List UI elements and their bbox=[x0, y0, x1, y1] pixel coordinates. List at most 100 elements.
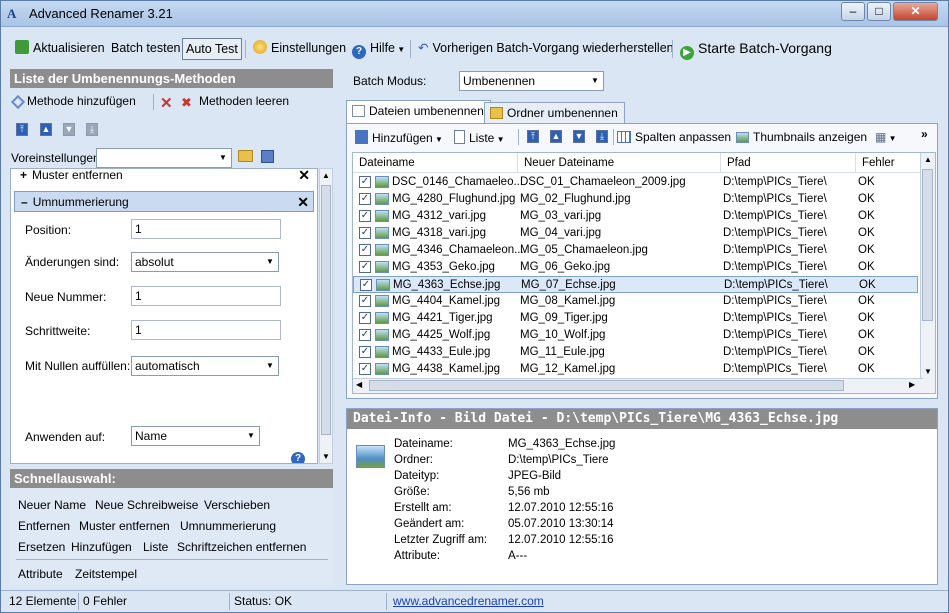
add-files-button[interactable]: Hinzufügen ▼ bbox=[355, 130, 443, 145]
table-row[interactable]: ✓ MG_4318_vari.jpg MG_04_vari.jpg D:\temp\P… bbox=[353, 225, 918, 242]
new-number-input[interactable]: 1 bbox=[131, 286, 281, 306]
zero-padding-dropdown[interactable]: automatisch ▼ bbox=[131, 356, 279, 376]
toolbar-overflow-icon[interactable]: » bbox=[921, 127, 928, 141]
quick-list[interactable]: Liste bbox=[143, 540, 168, 554]
row-checkbox[interactable]: ✓ bbox=[359, 176, 371, 188]
tab-rename-files[interactable]: Dateien umbenennen bbox=[346, 100, 491, 123]
step-input[interactable]: 1 bbox=[131, 320, 281, 340]
maximize-button[interactable]: □ bbox=[867, 2, 891, 21]
grid-horizontal-scrollbar[interactable]: ◀ ▶ bbox=[353, 378, 923, 393]
table-row[interactable]: ✓ DSC_0146_Chamaeleo... DSC_01_Chamaeleon_… bbox=[353, 174, 918, 191]
table-row[interactable]: ✓ MG_4421_Tiger.jpg MG_09_Tiger.jpg D:\temp… bbox=[353, 310, 918, 327]
close-button[interactable]: ✕ bbox=[893, 2, 938, 21]
row-checkbox[interactable]: ✓ bbox=[359, 227, 371, 239]
restore-batch-button[interactable]: ↶ Vorherigen Batch-Vorgang wiederherstell… bbox=[415, 38, 677, 60]
table-row[interactable]: ✓ MG_4312_vari.jpg MG_03_vari.jpg D:\temp\P… bbox=[353, 208, 918, 225]
table-row[interactable]: ✓ MG_4425_Wolf.jpg MG_10_Wolf.jpg D:\temp\P… bbox=[353, 327, 918, 344]
settings-button[interactable]: Einstellungen bbox=[250, 38, 349, 60]
auto-test-toggle[interactable]: Auto Test bbox=[182, 38, 242, 60]
method-item-pattern-remove[interactable]: + Muster entfernen ✕ bbox=[14, 169, 314, 186]
presets-dropdown[interactable]: ▼ bbox=[96, 148, 232, 168]
row-checkbox[interactable]: ✓ bbox=[360, 279, 372, 291]
row-checkbox[interactable]: ✓ bbox=[359, 329, 371, 341]
remove-method-button[interactable]: ✕ bbox=[160, 94, 173, 112]
remove-method-icon[interactable]: ✕ bbox=[298, 169, 310, 185]
quick-move[interactable]: Verschieben bbox=[204, 498, 270, 512]
file-move-down-button[interactable]: ▼ bbox=[573, 130, 585, 143]
help-menu-button[interactable]: ? Hilfe ▼ bbox=[349, 38, 408, 60]
scrollbar-thumb[interactable] bbox=[369, 380, 844, 391]
quick-replace[interactable]: Ersetzen bbox=[18, 540, 65, 554]
quick-renumber[interactable]: Umnummerierung bbox=[180, 519, 276, 533]
table-row[interactable]: ✓ MG_4363_Echse.jpg MG_07_Echse.jpg D:\temp… bbox=[353, 276, 918, 293]
row-checkbox[interactable]: ✓ bbox=[359, 346, 371, 358]
grid-vertical-scrollbar[interactable]: ▲ ▼ bbox=[920, 153, 935, 393]
move-down-button[interactable]: ▼ bbox=[63, 123, 75, 136]
quick-new-case[interactable]: Neue Schreibweise bbox=[95, 498, 198, 512]
quick-add[interactable]: Hinzufügen bbox=[71, 540, 132, 554]
view-mode-button[interactable]: ▦ ▼ bbox=[875, 130, 896, 144]
scroll-right-icon[interactable]: ▶ bbox=[909, 380, 915, 389]
scroll-left-icon[interactable]: ◀ bbox=[356, 380, 362, 389]
quick-timestamp[interactable]: Zeitstempel bbox=[75, 567, 137, 581]
scrollbar-thumb[interactable] bbox=[922, 169, 933, 321]
batch-mode-dropdown[interactable]: Umbenennen ▼ bbox=[459, 71, 604, 91]
scrollbar-thumb[interactable] bbox=[321, 185, 331, 435]
changes-dropdown[interactable]: absolut ▼ bbox=[131, 252, 279, 272]
quick-remove-pattern[interactable]: Muster entfernen bbox=[79, 519, 170, 533]
list-menu-button[interactable]: Liste ▼ bbox=[454, 130, 505, 145]
row-checkbox[interactable]: ✓ bbox=[359, 193, 371, 205]
apply-to-dropdown[interactable]: Name ▼ bbox=[131, 426, 260, 446]
open-folder-icon[interactable] bbox=[238, 150, 253, 165]
remove-method-icon[interactable]: ✕ bbox=[297, 192, 309, 212]
column-header-filename[interactable]: Dateiname bbox=[353, 153, 518, 173]
info-value: MG_4363_Echse.jpg bbox=[508, 438, 616, 450]
scroll-up-icon[interactable]: ▲ bbox=[322, 171, 330, 180]
table-row[interactable]: ✓ MG_4280_Flughund.jpg MG_02_Flughund.jpg D… bbox=[353, 191, 918, 208]
position-input[interactable]: 1 bbox=[131, 219, 281, 239]
file-move-bottom-button[interactable]: ⤓ bbox=[596, 130, 608, 143]
tab-rename-folders[interactable]: Ordner umbenennen bbox=[484, 102, 625, 124]
scroll-down-icon[interactable]: ▼ bbox=[322, 452, 330, 461]
quick-attributes[interactable]: Attribute bbox=[18, 567, 63, 581]
row-checkbox[interactable]: ✓ bbox=[359, 363, 371, 375]
clear-methods-button[interactable]: ✖ Methoden leeren bbox=[181, 94, 289, 110]
table-row[interactable]: ✓ MG_4404_Kamel.jpg MG_08_Kamel.jpg D:\temp… bbox=[353, 293, 918, 310]
table-row[interactable]: ✓ MG_4438_Kamel.jpg MG_12_Kamel.jpg D:\temp… bbox=[353, 361, 918, 378]
chevron-down-icon: ▼ bbox=[266, 257, 274, 266]
fit-columns-button[interactable]: Spalten anpassen bbox=[617, 130, 731, 144]
row-checkbox[interactable]: ✓ bbox=[359, 210, 371, 222]
column-header-error[interactable]: Fehler bbox=[856, 153, 923, 173]
move-bottom-button[interactable]: ⤓ bbox=[86, 123, 98, 136]
file-move-up-button[interactable]: ▲ bbox=[550, 130, 562, 143]
table-row[interactable]: ✓ MG_4346_Chamaeleon... MG_05_Chamaeleon.j… bbox=[353, 242, 918, 259]
batch-test-button[interactable]: Batch testen bbox=[108, 38, 184, 60]
row-checkbox[interactable]: ✓ bbox=[359, 261, 371, 273]
website-link[interactable]: www.advancedrenamer.com bbox=[393, 594, 544, 608]
scroll-up-icon[interactable]: ▲ bbox=[924, 155, 932, 164]
column-header-new-filename[interactable]: Neuer Dateiname bbox=[518, 153, 721, 173]
row-checkbox[interactable]: ✓ bbox=[359, 244, 371, 256]
add-method-button[interactable]: Methode hinzufügen bbox=[10, 94, 136, 110]
method-item-renumber[interactable]: – Umnummerierung ✕ bbox=[14, 191, 314, 212]
main-toolbar: Aktualisieren Batch testen Auto Test Ein… bbox=[1, 34, 948, 62]
column-header-path[interactable]: Pfad bbox=[721, 153, 856, 173]
file-move-top-button[interactable]: ⤒ bbox=[527, 130, 539, 143]
move-top-button[interactable]: ⤒ bbox=[16, 123, 28, 136]
quick-remove-chars[interactable]: Schriftzeichen entfernen bbox=[177, 540, 306, 554]
minimize-button[interactable]: – bbox=[841, 2, 865, 21]
move-up-button[interactable]: ▲ bbox=[40, 123, 52, 136]
quick-remove[interactable]: Entfernen bbox=[18, 519, 70, 533]
start-batch-button[interactable]: ▶ Starte Batch-Vorgang bbox=[677, 38, 835, 60]
show-thumbnails-button[interactable]: Thumbnails anzeigen bbox=[736, 130, 867, 144]
method-help-icon[interactable]: ? bbox=[291, 452, 305, 463]
table-row[interactable]: ✓ MG_4433_Eule.jpg MG_11_Eule.jpg D:\temp\P… bbox=[353, 344, 918, 361]
save-preset-icon[interactable] bbox=[261, 150, 274, 166]
row-checkbox[interactable]: ✓ bbox=[359, 295, 371, 307]
row-checkbox[interactable]: ✓ bbox=[359, 312, 371, 324]
method-list-scrollbar[interactable]: ▲ ▼ bbox=[319, 168, 333, 464]
quick-new-name[interactable]: Neuer Name bbox=[18, 498, 86, 512]
scroll-down-icon[interactable]: ▼ bbox=[924, 367, 932, 376]
table-row[interactable]: ✓ MG_4353_Geko.jpg MG_06_Geko.jpg D:\temp\P… bbox=[353, 259, 918, 276]
refresh-button[interactable]: Aktualisieren bbox=[12, 38, 108, 60]
